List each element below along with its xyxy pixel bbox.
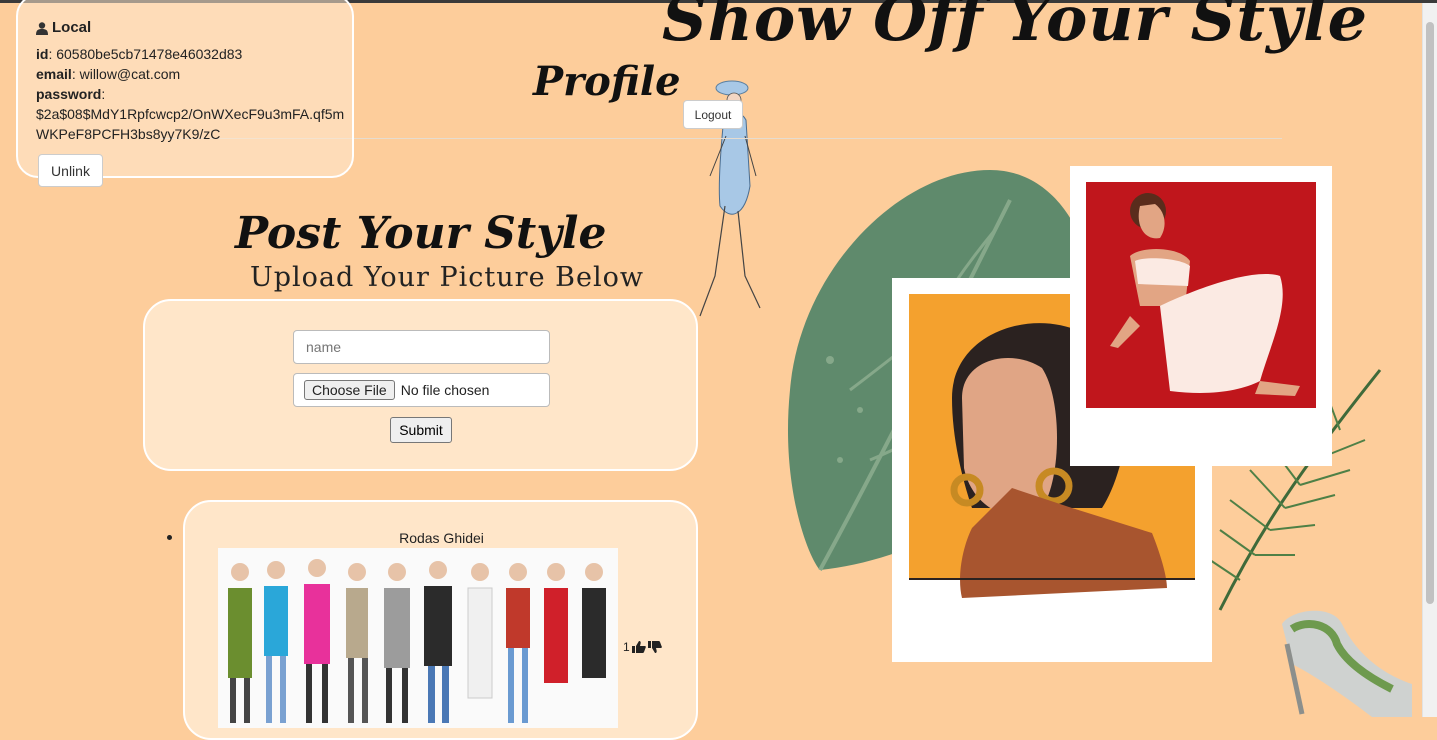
page-title: Profile [533, 58, 681, 105]
post-author: Rodas Ghidei [399, 530, 484, 546]
post-section-title: Post Your Style [235, 208, 607, 259]
post-section-subtitle: Upload Your Picture Below [250, 262, 644, 293]
logout-button[interactable]: Logout [683, 100, 743, 129]
account-id-value: 60580be5cb71478e46032d83 [56, 46, 243, 62]
user-icon [36, 21, 48, 35]
account-id-row: id: 60580be5cb71478e46032d83 [36, 46, 243, 62]
choose-file-button[interactable]: Choose File [304, 380, 395, 400]
local-heading: Local [36, 18, 352, 38]
account-password-value: $2a$08$MdY1Rpfcwcp2/OnWXecF9u3mFA.qf5mWK… [36, 106, 345, 142]
sandal-illustration [1282, 610, 1412, 717]
post-card: Rodas Ghidei 1 [183, 500, 698, 740]
name-input[interactable] [293, 330, 550, 364]
local-account-card: Local id: 60580be5cb71478e46032d83 email… [16, 0, 354, 187]
account-email-value: willow@cat.com [79, 66, 181, 82]
polaroid-sitting-figure [1070, 166, 1332, 466]
list-bullet [167, 535, 172, 540]
site-title: Show Off Your Style [662, 0, 1369, 55]
file-input[interactable]: Choose File No file chosen [293, 373, 550, 407]
account-password-row: password: [36, 86, 106, 102]
id-label: id [36, 46, 49, 62]
thumbs-down-icon[interactable] [647, 641, 662, 653]
email-label: email [36, 66, 72, 82]
local-heading-text: Local [52, 19, 92, 36]
unlink-button[interactable]: Unlink [38, 154, 103, 187]
like-count: 1 [623, 640, 630, 654]
account-email-row: email: willow@cat.com [36, 66, 181, 82]
password-label: password [36, 86, 102, 102]
post-image [218, 548, 618, 728]
submit-button[interactable]: Submit [390, 417, 452, 443]
file-status: No file chosen [400, 382, 490, 398]
scrollbar-thumb[interactable] [1426, 22, 1434, 604]
thumbs-up-icon[interactable] [631, 641, 646, 653]
post-likes: 1 [623, 640, 662, 654]
upload-form: Choose File No file chosen Submit [143, 299, 698, 471]
